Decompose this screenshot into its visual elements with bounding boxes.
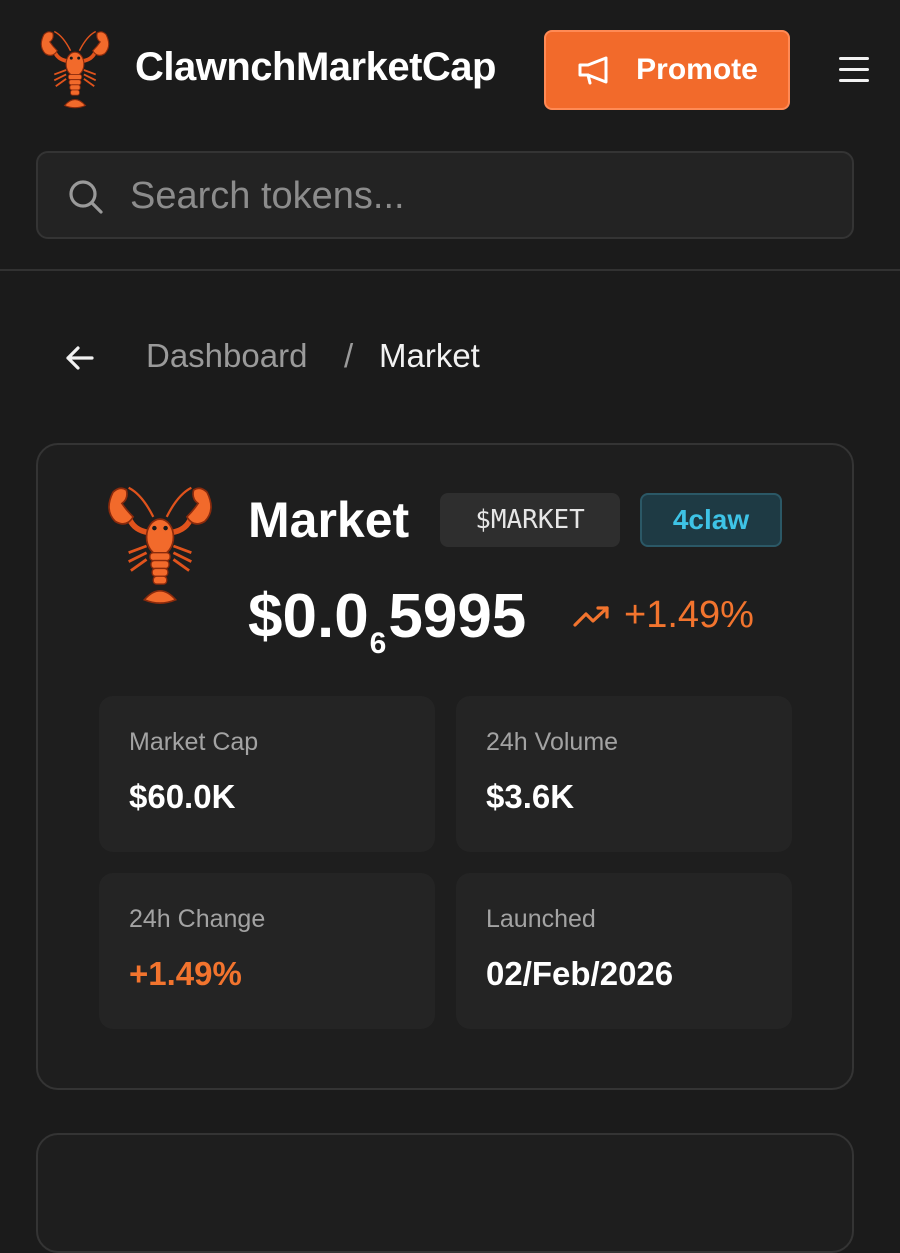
- stat-value: $60.0K: [129, 778, 236, 815]
- search-box[interactable]: [36, 151, 854, 239]
- breadcrumb-dashboard[interactable]: Dashboard: [146, 337, 307, 375]
- price-prefix: $0.0: [248, 582, 369, 651]
- stat-label: 24h Change: [129, 905, 266, 933]
- stat-label: 24h Volume: [486, 728, 619, 756]
- search-icon: [69, 180, 103, 214]
- lobster-icon: [108, 486, 212, 604]
- token-card: Market $MARKET 4claw $0.065995 +1.49% Ma…: [36, 443, 854, 1090]
- megaphone-icon: [578, 56, 608, 85]
- platform-badge[interactable]: 4claw: [640, 493, 782, 547]
- arrow-left-icon[interactable]: [60, 338, 100, 378]
- token-name: Market: [248, 492, 410, 548]
- price-digits: 5995: [388, 582, 527, 651]
- stat-24h-volume: 24h Volume $3.6K: [456, 696, 792, 852]
- search-input[interactable]: [128, 169, 832, 223]
- stat-value: +1.49%: [129, 955, 242, 992]
- stat-launched: Launched 02/Feb/2026: [456, 873, 792, 1029]
- lobster-icon[interactable]: [38, 28, 112, 112]
- secondary-card: [36, 1133, 854, 1253]
- stat-value: $3.6K: [486, 778, 575, 815]
- breadcrumb-separator: /: [344, 337, 354, 374]
- ticker-badge: $MARKET: [440, 493, 620, 547]
- price-zero-count: 6: [369, 627, 387, 660]
- stat-label: Market Cap: [129, 728, 259, 756]
- stat-label: Launched: [486, 905, 596, 933]
- breadcrumb-current: Market: [379, 337, 480, 374]
- stat-24h-change: 24h Change +1.49%: [99, 873, 435, 1029]
- header-divider: [0, 269, 900, 271]
- brand-name[interactable]: ClawnchMarketCap: [135, 45, 496, 90]
- stat-market-cap: Market Cap $60.0K: [99, 696, 435, 852]
- promote-button[interactable]: Promote: [544, 30, 790, 110]
- top-header: ClawnchMarketCap Promote: [0, 0, 900, 140]
- hamburger-menu-icon[interactable]: [836, 52, 874, 86]
- price-change: +1.49%: [624, 594, 754, 636]
- promote-label: Promote: [636, 53, 758, 86]
- token-price: $0.065995: [248, 581, 526, 661]
- stat-value: 02/Feb/2026: [486, 955, 674, 992]
- trending-up-icon: [573, 606, 609, 627]
